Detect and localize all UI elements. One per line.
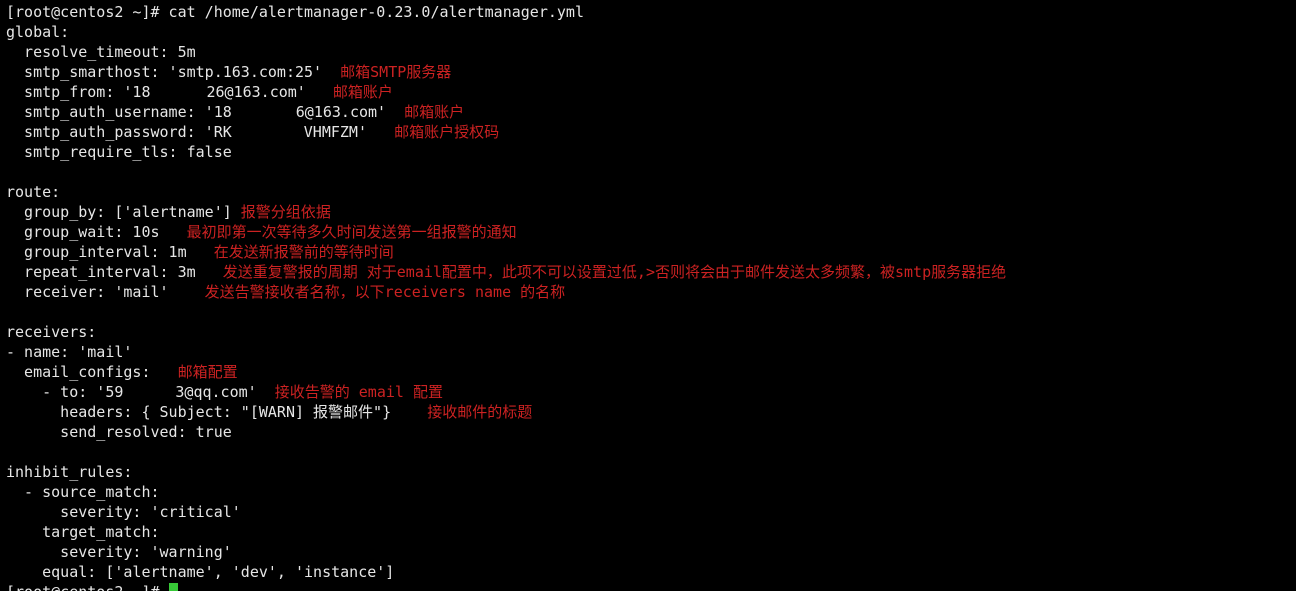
yaml-line: group_by: ['alertname']: [6, 203, 232, 221]
yaml-line: - to: '59: [6, 383, 123, 401]
comment-annotation: 接收告警的 email 配置: [257, 383, 443, 401]
yaml-line: 6@163.com': [296, 103, 386, 121]
yaml-line: headers: { Subject: "[WARN] 报警邮件"}: [6, 403, 391, 421]
yaml-line: smtp_require_tls: false: [6, 143, 232, 161]
yaml-line: - source_match:: [6, 483, 160, 501]
yaml-line: route:: [6, 183, 60, 201]
yaml-line: 26@163.com': [207, 83, 306, 101]
comment-annotation: 接收邮件的标题: [391, 403, 532, 421]
redacted-block: [151, 86, 207, 98]
comment-annotation: 邮箱SMTP服务器: [322, 63, 451, 81]
yaml-line: receiver: 'mail': [6, 283, 169, 301]
yaml-line: severity: 'warning': [6, 543, 232, 561]
yaml-line: resolve_timeout: 5m: [6, 43, 196, 61]
yaml-line: group_interval: 1m: [6, 243, 187, 261]
comment-annotation: 发送告警接收者名称，以下receivers name 的名称: [169, 283, 566, 301]
terminal-output: [root@centos2 ~]# cat /home/alertmanager…: [0, 0, 1296, 591]
comment-annotation: 邮箱配置: [151, 363, 238, 381]
comment-annotation: 邮箱账户授权码: [367, 123, 499, 141]
yaml-line: smtp_from: '18: [6, 83, 151, 101]
yaml-line: inhibit_rules:: [6, 463, 132, 481]
redacted-block: [123, 386, 175, 398]
yaml-line: receivers:: [6, 323, 96, 341]
shell-prompt[interactable]: [root@centos2 ~]# cat /home/alertmanager…: [6, 3, 584, 21]
terminal-cursor[interactable]: [169, 583, 178, 591]
yaml-line: VHMFZM': [304, 123, 367, 141]
comment-annotation: 报警分组依据: [232, 203, 331, 221]
comment-annotation: 在发送新报警前的等待时间: [187, 243, 394, 261]
yaml-line: send_resolved: true: [6, 423, 232, 441]
yaml-line: equal: ['alertname', 'dev', 'instance']: [6, 563, 394, 581]
comment-annotation: 邮箱账户: [306, 83, 393, 101]
comment-annotation: 最初即第一次等待多久时间发送第一组报警的通知: [160, 223, 517, 241]
comment-annotation: 发送重复警报的周期 对于email配置中，此项不可以设置过低,>否则将会由于邮件…: [196, 263, 1006, 281]
yaml-line: group_wait: 10s: [6, 223, 160, 241]
yaml-line: smtp_smarthost: 'smtp.163.com:25': [6, 63, 322, 81]
yaml-line: repeat_interval: 3m: [6, 263, 196, 281]
yaml-line: severity: 'critical': [6, 503, 241, 521]
comment-annotation: 邮箱账户: [386, 103, 464, 121]
yaml-line: smtp_auth_password: 'RK: [6, 123, 232, 141]
yaml-line: target_match:: [6, 523, 160, 541]
yaml-line: 3@qq.com': [175, 383, 256, 401]
redacted-block: [232, 106, 296, 118]
yaml-line: smtp_auth_username: '18: [6, 103, 232, 121]
yaml-line: email_configs:: [6, 363, 151, 381]
shell-prompt[interactable]: [root@centos2 ~]#: [6, 583, 169, 591]
yaml-line: global:: [6, 23, 69, 41]
yaml-line: - name: 'mail': [6, 343, 132, 361]
redacted-block: [232, 126, 304, 138]
